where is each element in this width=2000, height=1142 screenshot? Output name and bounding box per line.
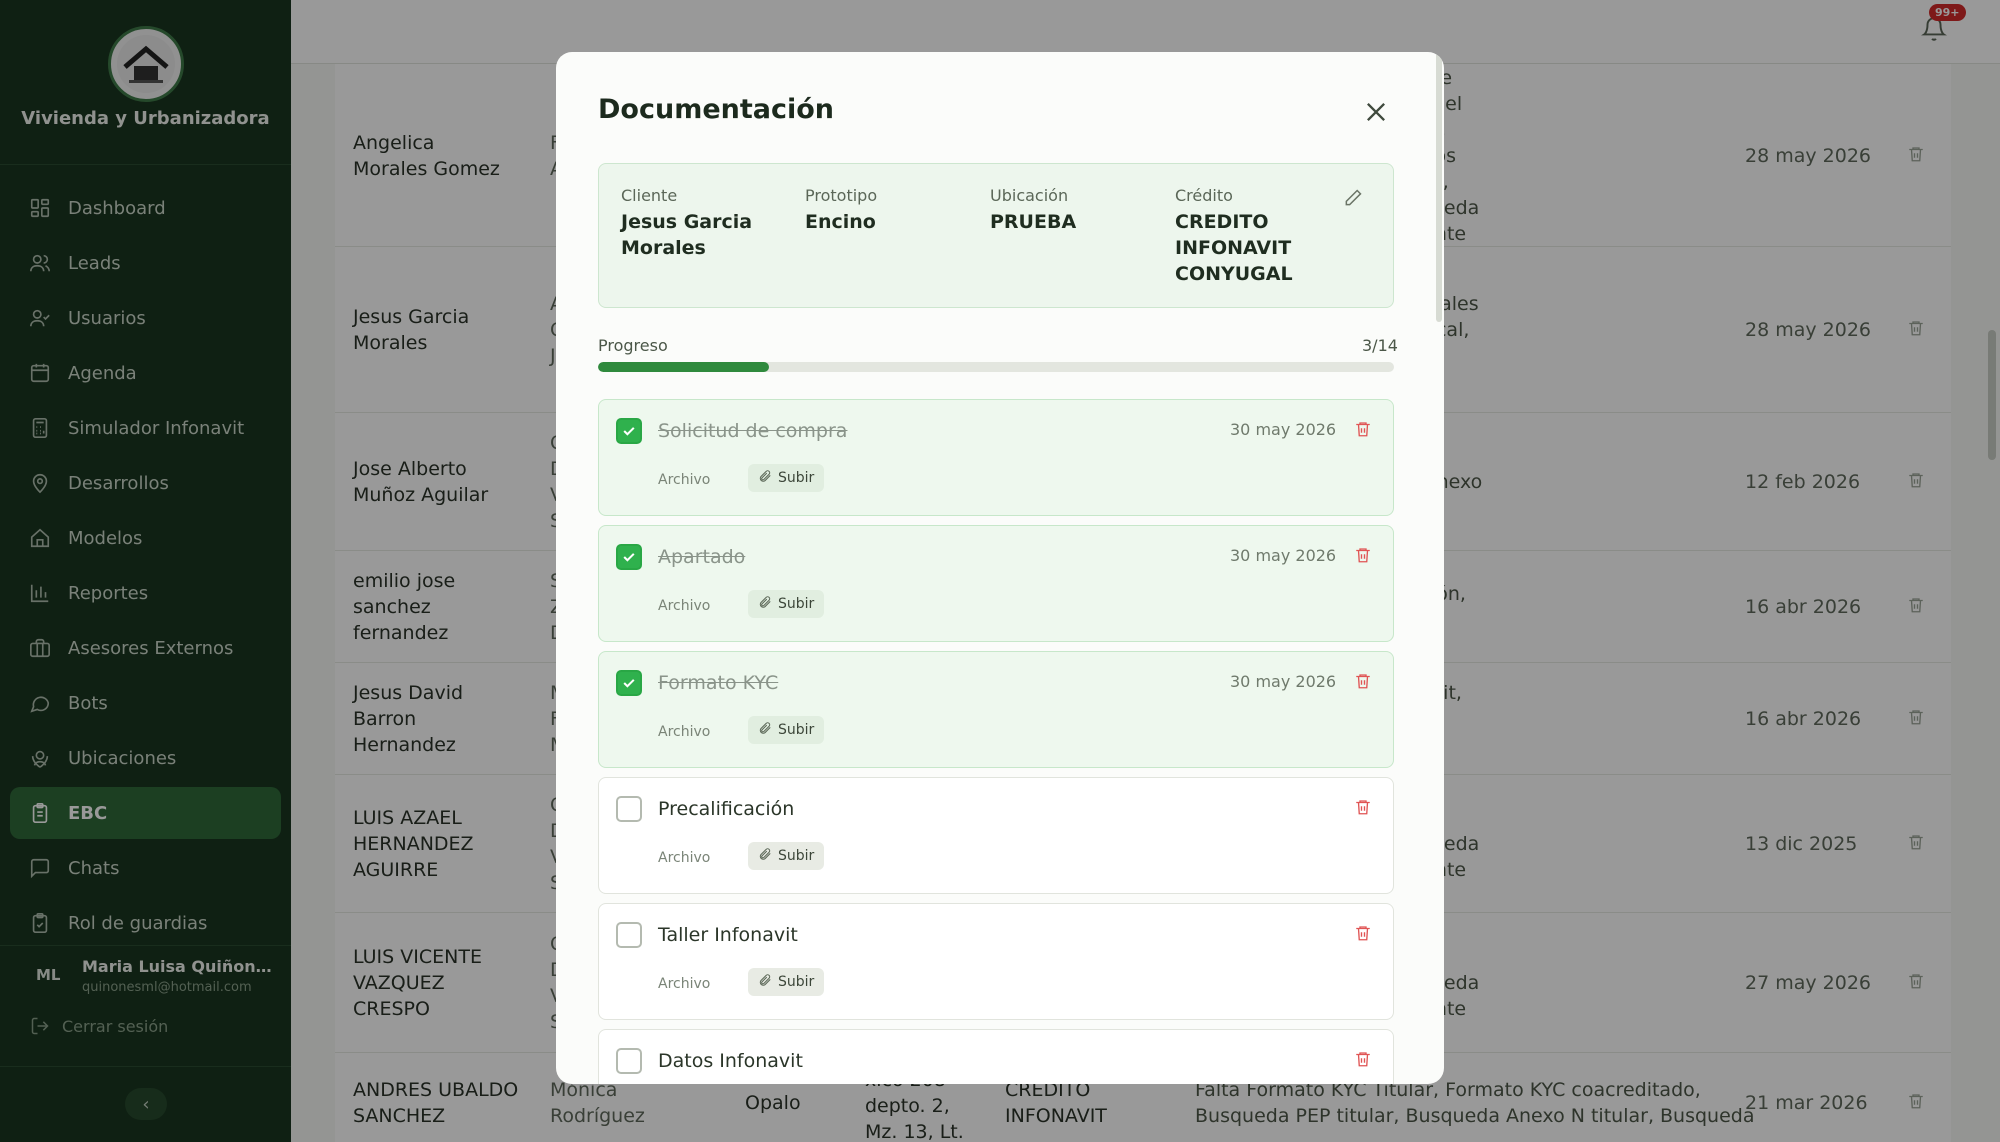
credit-column: Crédito CREDITO INFONAVIT CONYUGAL xyxy=(1175,186,1325,287)
client-info-card: Cliente Jesus Garcia Morales Prototipo E… xyxy=(598,163,1394,308)
paperclip-icon xyxy=(758,973,778,991)
credit-label: Crédito xyxy=(1175,186,1233,205)
progress-bar xyxy=(598,362,1394,372)
document-item: Datos InfonavitArchivoSubir xyxy=(598,1029,1394,1084)
check-icon xyxy=(623,553,635,562)
modal-title: Documentación xyxy=(598,94,835,125)
credit-value: CREDITO INFONAVIT CONYUGAL xyxy=(1175,211,1293,285)
pencil-icon xyxy=(1345,189,1362,206)
location-value: PRUEBA xyxy=(990,211,1077,233)
documentation-modal: Documentación Cliente Jesus Garcia Moral… xyxy=(556,52,1444,1084)
document-checkbox[interactable] xyxy=(616,544,642,570)
trash-icon xyxy=(1354,1052,1372,1072)
document-title: Formato KYC xyxy=(658,672,779,694)
paperclip-icon xyxy=(758,721,778,739)
check-icon xyxy=(623,427,635,436)
document-item: Precalificación Archivo Subir xyxy=(598,777,1394,894)
upload-button[interactable]: Subir xyxy=(748,968,825,996)
delete-document-button[interactable] xyxy=(1354,546,1372,568)
upload-button[interactable]: Subir xyxy=(748,464,825,492)
location-column: Ubicación PRUEBA xyxy=(990,186,1160,235)
document-checkbox[interactable] xyxy=(616,796,642,822)
close-icon xyxy=(1367,103,1385,121)
progress-label: Progreso xyxy=(598,336,668,355)
delete-document-button[interactable] xyxy=(1354,798,1372,820)
paperclip-icon xyxy=(758,847,778,865)
trash-icon xyxy=(1354,548,1372,568)
document-date: 30 may 2026 xyxy=(1230,546,1337,565)
document-checkbox[interactable] xyxy=(616,1048,642,1074)
document-checkbox[interactable] xyxy=(616,922,642,948)
prototype-label: Prototipo xyxy=(805,186,878,205)
file-label: Archivo xyxy=(658,472,711,488)
file-label: Archivo xyxy=(658,976,711,992)
upload-label: Subir xyxy=(778,974,815,990)
trash-icon xyxy=(1354,674,1372,694)
trash-icon xyxy=(1354,926,1372,946)
close-button[interactable] xyxy=(1362,98,1390,130)
document-item: Formato KYC 30 may 2026 Archivo Subir xyxy=(598,651,1394,768)
document-date: 30 may 2026 xyxy=(1230,420,1337,439)
document-item: Solicitud de compra 30 may 2026 Archivo Sub… xyxy=(598,399,1394,516)
edit-info-button[interactable] xyxy=(1343,188,1363,212)
file-label: Archivo xyxy=(658,850,711,866)
upload-label: Subir xyxy=(778,470,815,486)
delete-document-button[interactable] xyxy=(1354,924,1372,946)
trash-icon xyxy=(1354,800,1372,820)
trash-icon xyxy=(1354,422,1372,442)
modal-scrollbar[interactable] xyxy=(1436,52,1442,322)
document-title: Apartado xyxy=(658,546,746,568)
document-checkbox[interactable] xyxy=(616,418,642,444)
document-title: Precalificación xyxy=(658,798,795,820)
file-label: Archivo xyxy=(658,598,711,614)
file-label: Archivo xyxy=(658,724,711,740)
client-value: Jesus Garcia Morales xyxy=(621,211,753,259)
check-icon xyxy=(623,679,635,688)
document-checkbox[interactable] xyxy=(616,670,642,696)
client-label: Cliente xyxy=(621,186,678,205)
document-item: Taller Infonavit Archivo Subir xyxy=(598,903,1394,1020)
delete-document-button[interactable] xyxy=(1354,420,1372,442)
document-title: Taller Infonavit xyxy=(658,924,798,946)
client-column: Cliente Jesus Garcia Morales xyxy=(621,186,791,261)
delete-document-button[interactable] xyxy=(1354,1050,1372,1072)
paperclip-icon xyxy=(758,595,778,613)
upload-button[interactable]: Subir xyxy=(748,716,825,744)
progress-count: 3/14 xyxy=(1362,336,1398,355)
delete-document-button[interactable] xyxy=(1354,672,1372,694)
prototype-column: Prototipo Encino xyxy=(805,186,975,235)
document-title: Solicitud de compra xyxy=(658,420,848,442)
upload-label: Subir xyxy=(778,596,815,612)
document-item: Apartado 30 may 2026 Archivo Subir xyxy=(598,525,1394,642)
upload-label: Subir xyxy=(778,848,815,864)
upload-label: Subir xyxy=(778,722,815,738)
document-date: 30 may 2026 xyxy=(1230,672,1337,691)
prototype-value: Encino xyxy=(805,211,876,233)
paperclip-icon xyxy=(758,469,778,487)
progress-bar-fill xyxy=(598,362,769,372)
upload-button[interactable]: Subir xyxy=(748,842,825,870)
location-label: Ubicación xyxy=(990,186,1069,205)
document-title: Datos Infonavit xyxy=(658,1050,803,1072)
upload-button[interactable]: Subir xyxy=(748,590,825,618)
